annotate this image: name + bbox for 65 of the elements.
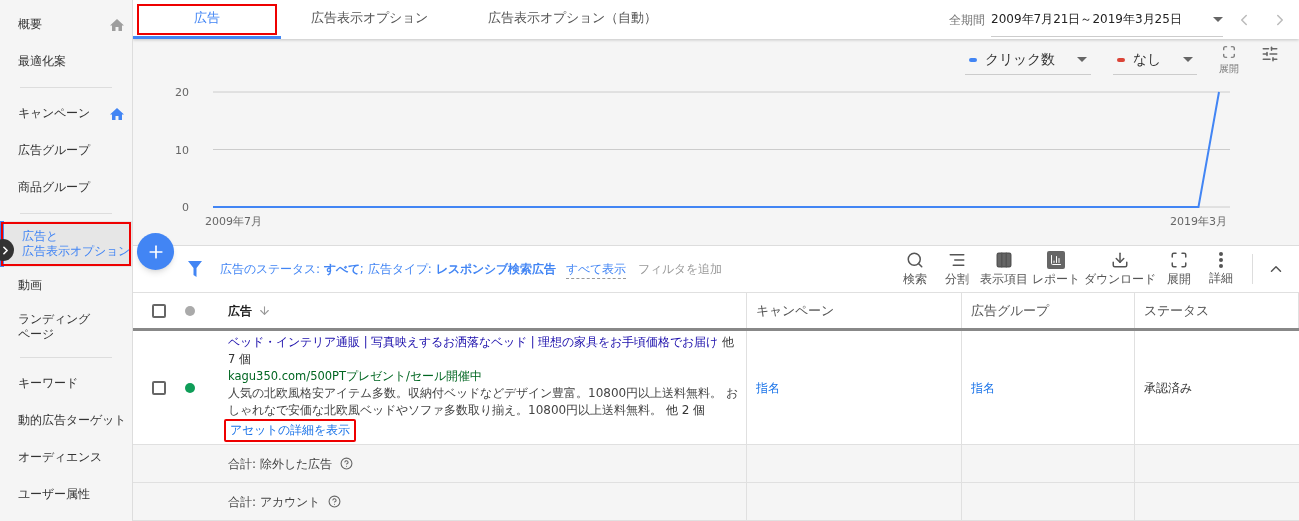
y-tick-label: 10	[175, 143, 189, 157]
help-icon[interactable]	[339, 457, 353, 470]
date-range-label: 全期間	[949, 11, 985, 29]
caret-icon	[1183, 57, 1193, 63]
sort-arrow-icon	[258, 304, 271, 317]
ad-headline[interactable]: ベッド・インテリア通販 | 写真映えするお洒落なベッド | 理想の家具をお手頃価格でお届け 他 7 個	[228, 333, 740, 368]
expand-button[interactable]: 展開	[1219, 45, 1239, 77]
column-header[interactable]: 広告グループ	[962, 293, 1135, 328]
campaign-link[interactable]: 指名	[756, 378, 780, 397]
caret-icon	[1077, 57, 1087, 63]
summary-label: 合計: 除外した広告	[228, 455, 332, 473]
sidebar-item[interactable]: 概要	[0, 6, 132, 43]
ad-url: kagu350.com/500PTプレゼント/セール開催中	[228, 367, 483, 385]
sidebar-item[interactable]: ユーザー属性	[0, 476, 132, 513]
x-tick-label: 2019年3月	[1169, 215, 1227, 229]
settings-icon[interactable]	[1261, 45, 1279, 64]
tab[interactable]: 広告表示オプション	[281, 0, 458, 40]
toolbar-button[interactable]: 分割	[936, 250, 978, 288]
x-tick-label: 2009年7月	[205, 215, 263, 229]
ad-description: 人気の北欧風格安アイテム多数。収納付ベッドなどデザイン豊富。10800円以上送料無料。 おしゃれなで安価な北欧風ベッドやソファ多数取り揃え。10800円以上送料無料。 他 2 個	[228, 384, 739, 419]
toolbar-button[interactable]: 表示項目	[978, 250, 1030, 288]
column-header[interactable]: 広告	[228, 293, 747, 328]
row-checkbox[interactable]	[152, 380, 166, 395]
toolbar-button[interactable]: 展開	[1158, 250, 1200, 288]
select-all-checkbox[interactable]	[152, 303, 166, 318]
column-header[interactable]: ステータス	[1135, 293, 1299, 328]
fullscreen-icon	[1222, 45, 1236, 60]
status-text: 承認済み	[1144, 379, 1192, 397]
column-header[interactable]: キャンペーン	[747, 293, 962, 328]
metric-dropdown[interactable]: クリック数	[965, 45, 1091, 76]
home-icon[interactable]	[110, 107, 124, 120]
sidebar-item[interactable]: オーディエンス	[0, 439, 132, 476]
chart-icon	[1047, 250, 1065, 269]
tab[interactable]: 広告表示オプション（自動）	[458, 0, 687, 40]
sidebar-item[interactable]: キーワード	[0, 365, 132, 402]
more-icon	[1219, 251, 1223, 268]
metric-dropdown[interactable]: なし	[1113, 45, 1197, 76]
toolbar-button[interactable]: 詳細	[1200, 251, 1242, 287]
status-icon	[185, 305, 195, 316]
filter-icon[interactable]	[188, 261, 202, 278]
search-icon	[906, 250, 924, 269]
show-all-link[interactable]: すべて表示	[565, 259, 626, 279]
asset-details-link[interactable]: アセットの詳細を表示	[224, 418, 356, 442]
y-tick-label: 20	[175, 86, 189, 100]
sidebar-item[interactable]: 動的広告ターゲット	[0, 402, 132, 439]
toolbar-button[interactable]: ダウンロード	[1082, 250, 1158, 288]
tab[interactable]: 広告	[133, 0, 281, 40]
toolbar-button[interactable]: レポート	[1030, 250, 1082, 288]
y-tick-label: 0	[182, 201, 189, 215]
download-icon	[1111, 250, 1129, 269]
summary-label: 合計: アカウント	[228, 493, 320, 511]
fullscreen-icon	[1170, 250, 1188, 269]
help-icon[interactable]	[327, 495, 341, 508]
toolbar-button[interactable]: 検索	[894, 250, 936, 288]
sidebar-item[interactable]: 広告グループ	[0, 132, 132, 169]
ad-group-link[interactable]: 指名	[971, 378, 995, 397]
caret-icon	[1213, 16, 1223, 22]
date-range-dropdown[interactable]: 2009年7月21日～2019年3月25日	[991, 2, 1223, 37]
sidebar-item[interactable]: 商品グループ	[0, 169, 132, 206]
sidebar-item[interactable]: キャンペーン	[0, 95, 132, 132]
columns-icon	[995, 250, 1013, 269]
sidebar-item[interactable]: ランディング ページ	[0, 304, 132, 350]
sidebar-item[interactable]: 動画	[0, 267, 132, 304]
filter-text[interactable]: 広告のステータス: すべて; 広告タイプ: レスポンシブ検索広告	[220, 260, 556, 279]
sidebar-item[interactable]: 最適化案	[0, 43, 132, 80]
